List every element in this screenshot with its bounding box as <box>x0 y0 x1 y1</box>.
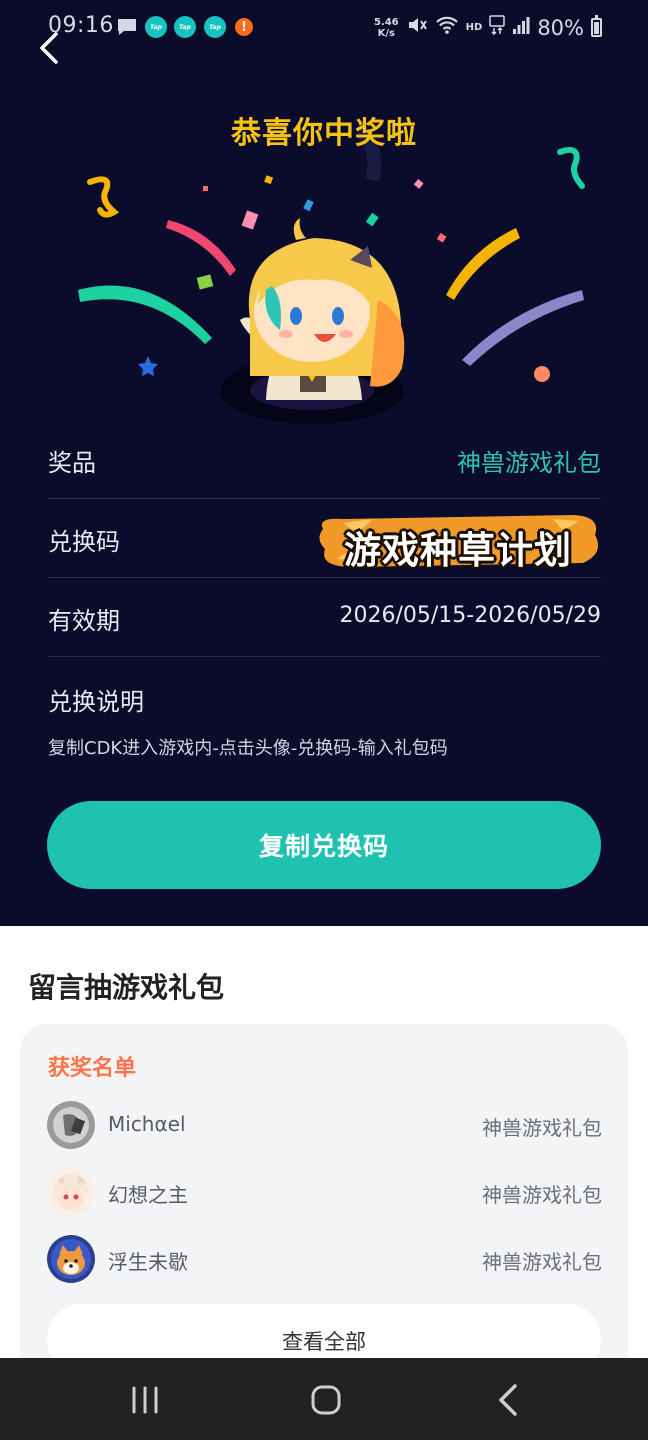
winner-name: Michαel <box>108 1112 186 1136</box>
prize-label: 奖品 <box>48 449 96 477</box>
back-icon <box>499 1384 517 1416</box>
recent-apps-button[interactable] <box>125 1380 165 1420</box>
winners-card: 获奖名单 Michαel 神兽游戏礼包 幻想之主 神兽游戏礼包 浮生未歇 神兽游… <box>20 1024 628 1384</box>
winner-prize: 神兽游戏礼包 <box>482 1183 602 1207</box>
system-back-button[interactable] <box>489 1380 529 1420</box>
battery-icon <box>591 15 602 37</box>
status-bar: 09:16 Tap Tap Tap ! 5.46 K/s HD 80% <box>0 0 648 56</box>
taptap-icon: Tap <box>145 16 167 38</box>
congrats-headline: 恭喜你中奖啦 <box>231 116 417 151</box>
prize-value: 神兽游戏礼包 <box>457 449 601 477</box>
avatar <box>47 1168 95 1216</box>
winner-name: 幻想之主 <box>108 1183 188 1207</box>
back-button[interactable] <box>32 28 68 68</box>
redeem-code[interactable]: 游戏种草计划 <box>313 509 603 572</box>
message-icon <box>116 16 138 38</box>
alert-icon: ! <box>235 18 253 36</box>
avatar <box>47 1101 95 1149</box>
winner-row[interactable]: Michαel 神兽游戏礼包 <box>47 1101 602 1153</box>
chevron-left-icon <box>40 32 58 64</box>
winner-row[interactable]: 幻想之主 神兽游戏礼包 <box>47 1168 602 1220</box>
sheet-title: 留言抽游戏礼包 <box>28 971 225 1004</box>
winner-name: 浮生未歇 <box>108 1250 188 1274</box>
hd-label: HD <box>465 22 483 33</box>
validity-value: 2026/05/15-2026/05/29 <box>339 603 601 628</box>
system-navigation-bar <box>0 1358 648 1440</box>
code-label: 兑换码 <box>48 528 120 556</box>
taptap-icon: Tap <box>204 16 226 38</box>
signal-icon <box>512 15 530 40</box>
instructions-body: 复制CDK进入游戏内-点击头像-兑换码-输入礼包码 <box>48 738 448 759</box>
taptap-icon: Tap <box>174 16 196 38</box>
mute-icon <box>406 14 428 41</box>
battery-text: 80% <box>537 15 584 40</box>
avatar <box>47 1235 95 1283</box>
validity-row: 有效期 2026/05/15-2026/05/29 <box>48 578 601 657</box>
recent-apps-icon <box>132 1386 158 1414</box>
validity-label: 有效期 <box>48 607 120 635</box>
winner-row[interactable]: 浮生未歇 神兽游戏礼包 <box>47 1235 602 1287</box>
copy-code-button[interactable]: 复制兑换码 <box>47 801 601 889</box>
home-icon <box>311 1385 341 1415</box>
comment-lottery-sheet: 留言抽游戏礼包 获奖名单 Michαel 神兽游戏礼包 幻想之主 神兽游戏礼包 … <box>0 926 648 1384</box>
home-button[interactable] <box>306 1380 346 1420</box>
redeem-code-text: 游戏种草计划 <box>344 529 572 572</box>
winner-prize: 神兽游戏礼包 <box>482 1250 602 1274</box>
net-speed: 5.46 K/s <box>373 16 399 39</box>
winners-title: 获奖名单 <box>48 1056 137 1081</box>
status-right: 5.46 K/s HD 80% <box>374 14 602 41</box>
winner-prize: 神兽游戏礼包 <box>482 1116 602 1140</box>
code-row: 兑换码 游戏种草计划 <box>48 499 601 578</box>
instructions-title: 兑换说明 <box>48 688 144 716</box>
prize-row: 奖品 神兽游戏礼包 <box>48 420 601 499</box>
5g-icon <box>489 15 506 40</box>
wifi-icon <box>435 15 459 40</box>
